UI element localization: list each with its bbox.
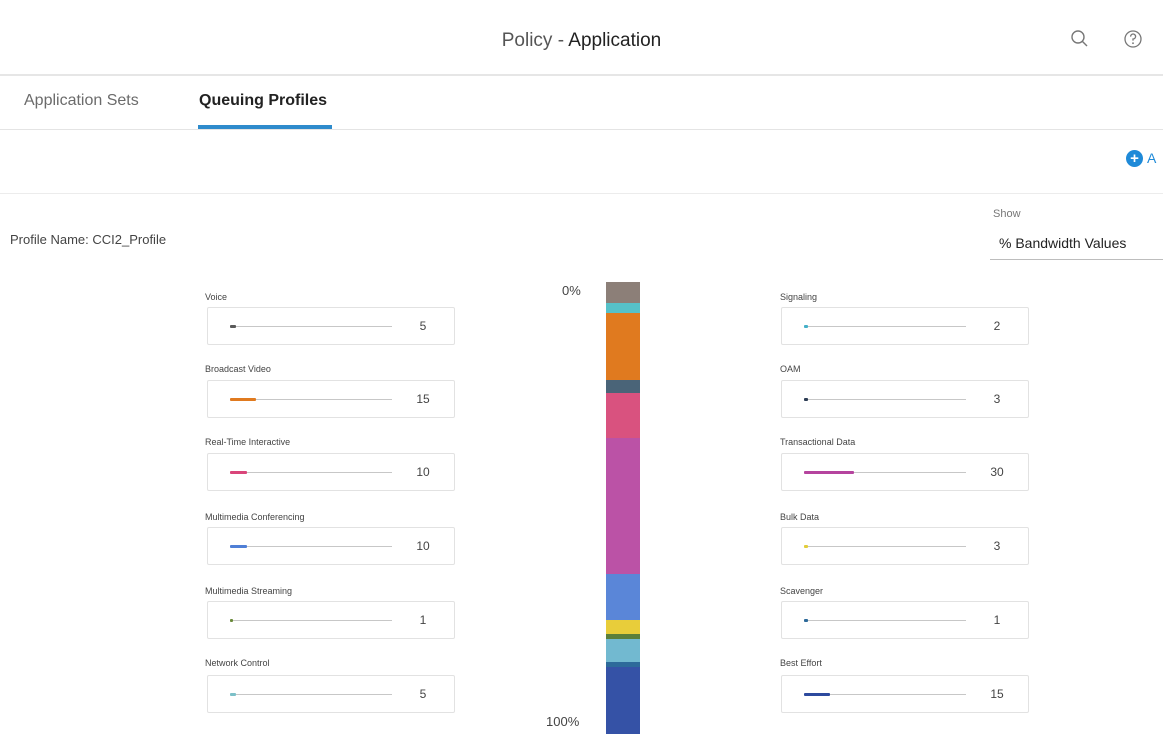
slider-track-broadcast-video[interactable] <box>230 398 392 401</box>
slider-track-multimedia-conferencing[interactable] <box>230 545 392 548</box>
class-label-multimedia-streaming: Multimedia Streaming <box>205 586 293 596</box>
slider-card-multimedia-streaming: 1 <box>207 601 455 639</box>
slider-fill <box>804 545 808 548</box>
slider-fill <box>804 693 830 696</box>
bandwidth-column <box>606 282 640 734</box>
tab-bar: Application Sets Queuing Profiles <box>0 76 1163 130</box>
slider-track-network-control[interactable] <box>230 693 392 696</box>
tab-application-sets[interactable]: Application Sets <box>24 92 139 110</box>
class-label-oam: OAM <box>780 364 801 374</box>
slider-card-network-control: 5 <box>207 675 455 713</box>
slider-card-broadcast-video: 15 <box>207 380 455 418</box>
slider-card-voice: 5 <box>207 307 455 345</box>
class-label-signaling: Signaling <box>780 292 818 302</box>
segment-oam <box>606 380 640 393</box>
slider-fill <box>230 545 247 548</box>
show-dropdown[interactable]: % Bandwidth Values <box>990 226 1163 260</box>
slider-card-oam: 3 <box>781 380 1029 418</box>
slider-card-transactional-data: 30 <box>781 453 1029 491</box>
app-header: Policy - Application <box>0 0 1163 76</box>
segment-signaling <box>606 303 640 313</box>
slider-track-oam[interactable] <box>804 398 966 401</box>
slider-track-bulk-data[interactable] <box>804 545 966 548</box>
show-label: Show <box>993 208 1021 220</box>
slider-value-real-time-interactive[interactable]: 10 <box>408 465 438 479</box>
slider-card-best-effort: 15 <box>781 675 1029 713</box>
slider-card-multimedia-conferencing: 10 <box>207 527 455 565</box>
class-label-best-effort: Best Effort <box>780 658 822 668</box>
page-title: Policy - Application <box>0 30 1163 52</box>
class-label-transactional-data: Transactional Data <box>780 437 856 447</box>
slider-fill <box>804 471 854 474</box>
slider-fill <box>804 619 808 622</box>
class-label-network-control: Network Control <box>205 658 270 668</box>
class-label-real-time-interactive: Real-Time Interactive <box>205 437 291 447</box>
slider-value-scavenger[interactable]: 1 <box>982 613 1012 627</box>
slider-fill <box>804 398 808 401</box>
slider-fill <box>230 471 247 474</box>
plus-circle-icon: + <box>1126 149 1143 167</box>
title-main: Application <box>568 30 662 51</box>
segment-best-effort <box>606 667 640 734</box>
class-label-voice: Voice <box>205 292 228 302</box>
slider-value-voice[interactable]: 5 <box>408 319 438 333</box>
slider-track-transactional-data[interactable] <box>804 471 966 474</box>
slider-value-multimedia-conferencing[interactable]: 10 <box>408 539 438 553</box>
slider-fill <box>230 325 236 328</box>
slider-track-scavenger[interactable] <box>804 619 966 622</box>
slider-fill <box>230 693 236 696</box>
help-icon[interactable] <box>1121 27 1145 51</box>
add-button[interactable]: + A <box>1126 146 1156 170</box>
slider-value-bulk-data[interactable]: 3 <box>982 539 1012 553</box>
slider-card-signaling: 2 <box>781 307 1029 345</box>
slider-card-real-time-interactive: 10 <box>207 453 455 491</box>
slider-fill <box>230 619 233 622</box>
slider-value-transactional-data[interactable]: 30 <box>982 465 1012 479</box>
toolbar: + A <box>0 130 1163 194</box>
segment-transactional-data <box>606 438 640 574</box>
add-button-label: A <box>1147 150 1157 166</box>
slider-track-best-effort[interactable] <box>804 693 966 696</box>
slider-fill <box>804 325 808 328</box>
class-label-scavenger: Scavenger <box>780 586 824 596</box>
slider-track-multimedia-streaming[interactable] <box>230 619 392 622</box>
slider-card-bulk-data: 3 <box>781 527 1029 565</box>
slider-value-multimedia-streaming[interactable]: 1 <box>408 613 438 627</box>
slider-value-oam[interactable]: 3 <box>982 392 1012 406</box>
segment-network-control <box>606 639 640 662</box>
slider-track-real-time-interactive[interactable] <box>230 471 392 474</box>
class-label-multimedia-conferencing: Multimedia Conferencing <box>205 512 305 522</box>
profile-name: Profile Name: CCI2_Profile <box>10 232 167 247</box>
slider-track-signaling[interactable] <box>804 325 966 328</box>
column-bottom-label: 100% <box>546 714 580 729</box>
segment-broadcast-video <box>606 313 640 380</box>
segment-real-time-interactive <box>606 393 640 438</box>
segment-multimedia-conferencing <box>606 574 640 620</box>
slider-fill <box>230 398 256 401</box>
slider-value-broadcast-video[interactable]: 15 <box>408 392 438 406</box>
slider-value-network-control[interactable]: 5 <box>408 687 438 701</box>
slider-value-best-effort[interactable]: 15 <box>982 687 1012 701</box>
class-label-broadcast-video: Broadcast Video <box>205 364 271 374</box>
slider-track-voice[interactable] <box>230 325 392 328</box>
class-label-bulk-data: Bulk Data <box>780 512 820 522</box>
segment-voice <box>606 282 640 303</box>
tab-queuing-profiles[interactable]: Queuing Profiles <box>199 92 327 110</box>
column-top-label: 0% <box>562 283 581 298</box>
active-tab-indicator <box>198 125 332 129</box>
search-icon[interactable] <box>1068 27 1092 51</box>
slider-card-scavenger: 1 <box>781 601 1029 639</box>
slider-value-signaling[interactable]: 2 <box>982 319 1012 333</box>
title-prefix: Policy <box>501 30 553 51</box>
title-separator: - <box>552 30 569 51</box>
segment-bulk-data <box>606 620 640 634</box>
